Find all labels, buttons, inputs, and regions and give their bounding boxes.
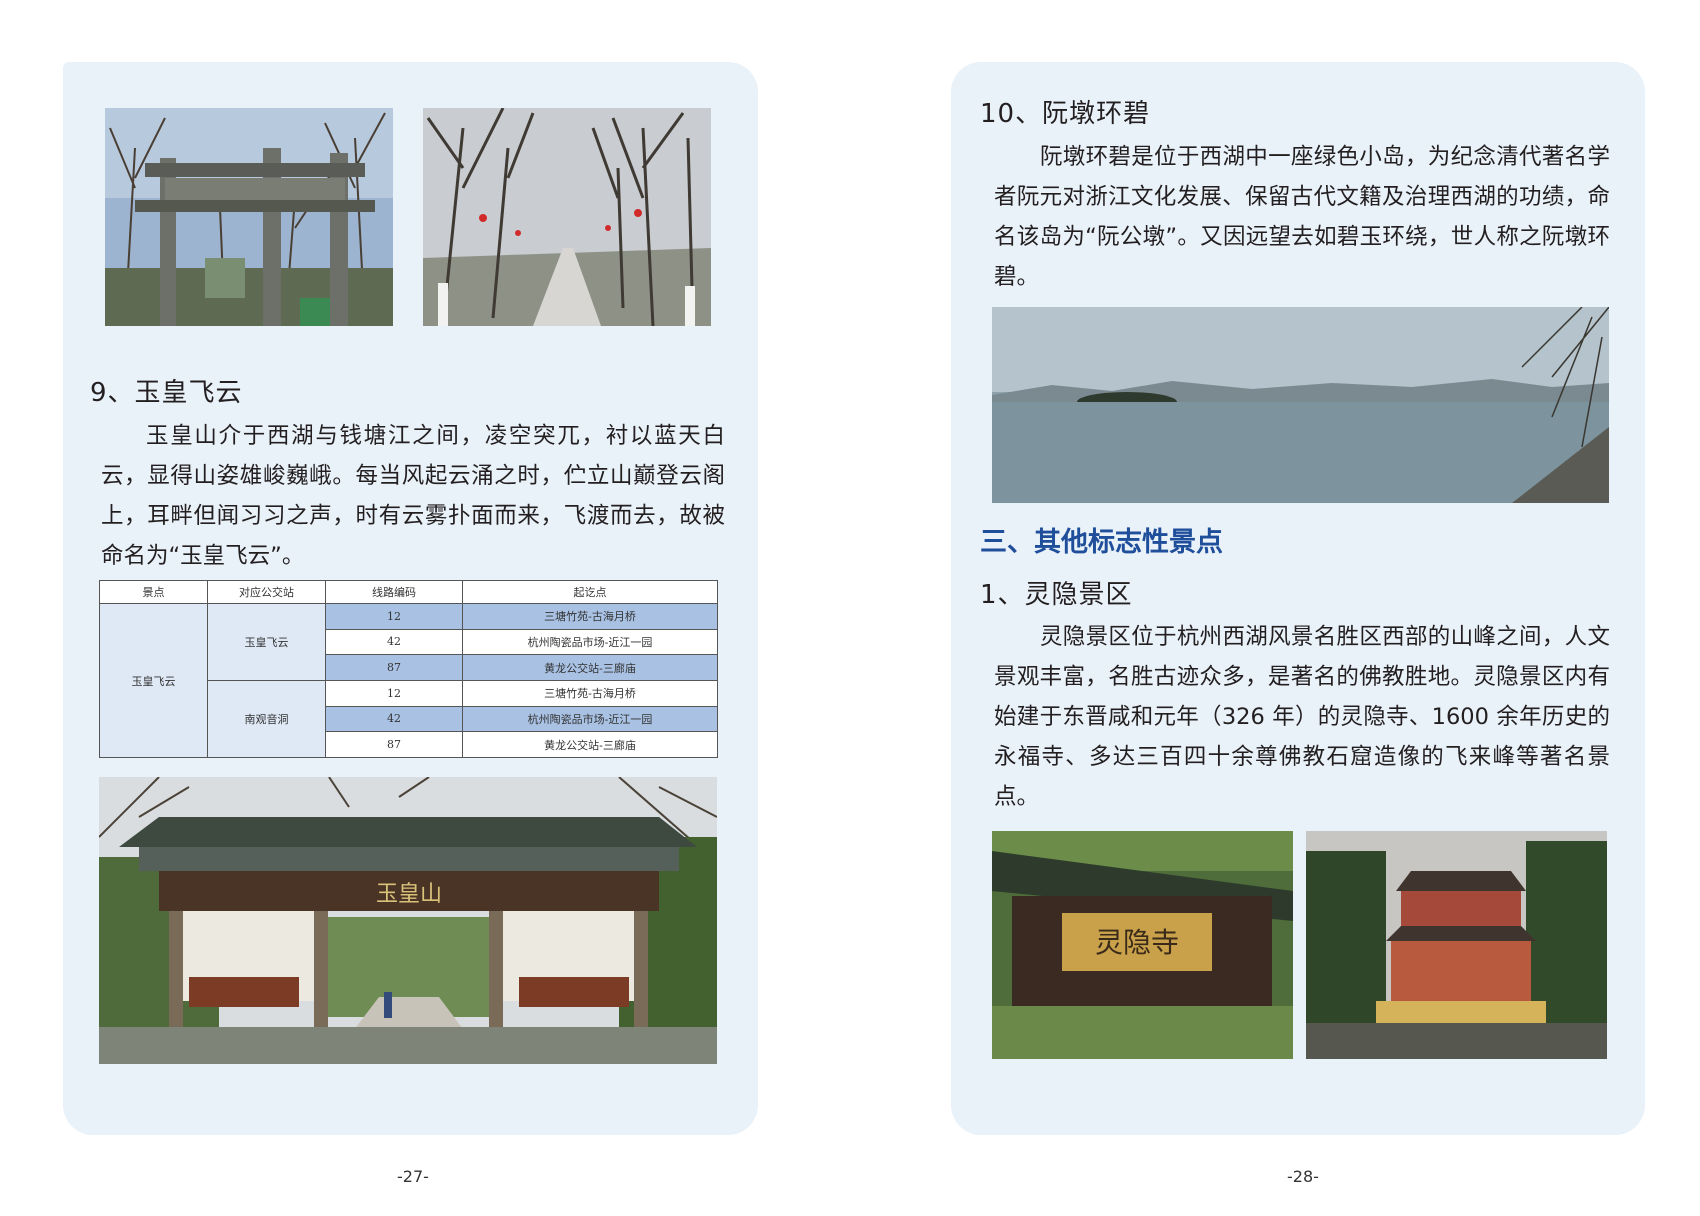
table-header-cell: 起讫点 bbox=[462, 580, 718, 604]
scenic-cell: 玉皇飞云 bbox=[99, 603, 208, 758]
section-heading-9: 9、玉皇飞云 bbox=[90, 378, 243, 408]
route-code-cell: 12 bbox=[325, 679, 463, 707]
section-heading-others: 三、其他标志性景点 bbox=[980, 527, 1223, 558]
section-heading-10: 10、阮墩环碧 bbox=[980, 99, 1151, 129]
yuhuang-paragraph: 玉皇山介于西湖与钱塘江之间，凌空突兀，衬以蓝天白云，显得山姿雄峻巍峨。每当风起云… bbox=[101, 423, 725, 569]
route-endpoints-cell: 三塘竹苑-古海月桥 bbox=[462, 603, 718, 630]
route-code-cell: 42 bbox=[325, 705, 463, 733]
bus-route-table: 景点 对应公交站 线路编码 起讫点 玉皇飞云 玉皇飞云 12 三塘竹苑-古海月桥… bbox=[99, 580, 718, 759]
table-header-row: 景点 对应公交站 线路编码 起讫点 bbox=[99, 580, 718, 604]
station-cell: 南观音洞 bbox=[207, 679, 326, 759]
yuhuang-gate-photo: 玉皇山 bbox=[99, 777, 717, 1064]
section-heading-lingyin: 1、灵隐景区 bbox=[980, 580, 1133, 610]
table-header-cell: 线路编码 bbox=[325, 580, 463, 604]
route-code-cell: 12 bbox=[325, 603, 463, 630]
route-code-cell: 87 bbox=[325, 654, 463, 681]
route-endpoints-cell: 杭州陶瓷品市场-近江一园 bbox=[462, 628, 718, 656]
route-code-cell: 87 bbox=[325, 731, 463, 758]
page-number-right: -28- bbox=[1287, 1167, 1319, 1186]
page-number-left: -27- bbox=[397, 1167, 429, 1186]
lingyin-plaque-photo: 灵隐寺 bbox=[992, 831, 1293, 1059]
station-cell: 玉皇飞云 bbox=[207, 603, 326, 681]
route-code-cell: 42 bbox=[325, 628, 463, 656]
route-endpoints-cell: 三塘竹苑-古海月桥 bbox=[462, 679, 718, 707]
route-endpoints-cell: 黄龙公交站-三廊庙 bbox=[462, 654, 718, 681]
table-header-cell: 景点 bbox=[99, 580, 208, 604]
gate-sign-text: 玉皇山 bbox=[376, 882, 442, 907]
table-row: 玉皇飞云 玉皇飞云 12 三塘竹苑-古海月桥 bbox=[99, 603, 718, 758]
ruandun-paragraph: 阮墩环碧是位于西湖中一座绿色小岛，为纪念清代著名学者阮元对浙江文化发展、保留古代… bbox=[994, 144, 1610, 290]
temple-plaque-text: 灵隐寺 bbox=[1095, 926, 1179, 959]
route-endpoints-cell: 杭州陶瓷品市场-近江一园 bbox=[462, 705, 718, 733]
table-header-cell: 对应公交站 bbox=[207, 580, 326, 604]
lingyin-paragraph: 灵隐景区位于杭州西湖风景名胜区西部的山峰之间，人文景观丰富，名胜古迹众多，是著名… bbox=[994, 624, 1610, 810]
west-lake-island-photo bbox=[992, 307, 1609, 503]
stone-archway-photo bbox=[105, 108, 393, 326]
route-endpoints-cell: 黄龙公交站-三廊庙 bbox=[462, 731, 718, 758]
lingyin-hall-photo bbox=[1306, 831, 1607, 1059]
tree-avenue-photo bbox=[423, 108, 711, 326]
